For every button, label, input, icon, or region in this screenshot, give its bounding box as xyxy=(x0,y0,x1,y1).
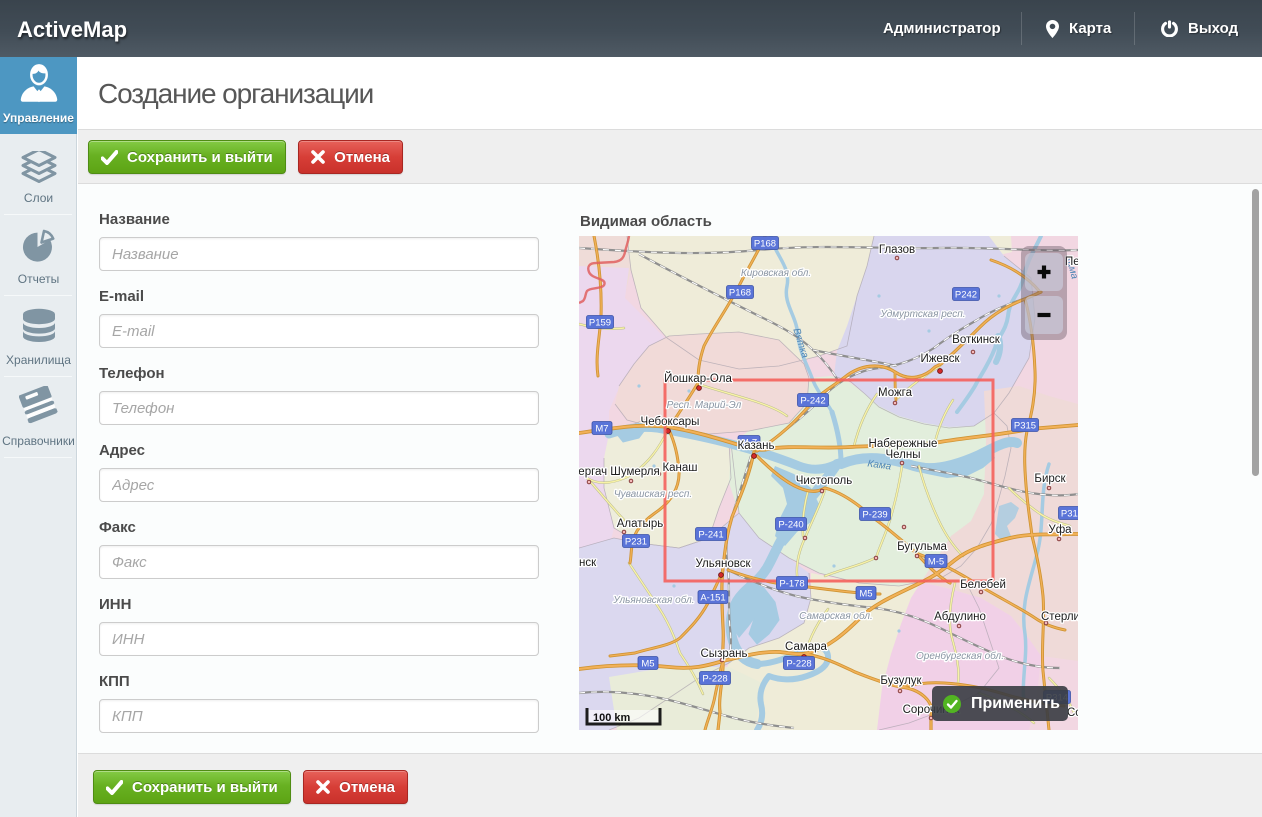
svg-text:Р-228: Р-228 xyxy=(702,674,727,685)
svg-text:Шумерля: Шумерля xyxy=(610,466,659,478)
svg-text:Стерлита: Стерлита xyxy=(1041,611,1078,623)
svg-text:Йошкар-Ола: Йошкар-Ола xyxy=(664,372,732,385)
svg-text:Р-242: Р-242 xyxy=(800,396,825,407)
svg-text:Р168: Р168 xyxy=(729,288,751,299)
svg-text:Алатырь: Алатырь xyxy=(617,518,663,530)
svg-text:Р-240: Р-240 xyxy=(778,520,803,531)
svg-text:Белебей: Белебей xyxy=(960,579,1006,591)
svg-text:Бугульма: Бугульма xyxy=(897,541,947,553)
svg-text:Удмуртская респ.: Удмуртская респ. xyxy=(879,309,965,320)
svg-text:Казань: Казань xyxy=(738,440,775,452)
svg-text:Р-228: Р-228 xyxy=(786,659,811,670)
svg-text:М5: М5 xyxy=(859,589,872,600)
svg-text:Р-178: Р-178 xyxy=(779,579,804,590)
svg-text:Р315: Р315 xyxy=(1014,421,1036,432)
svg-text:М7: М7 xyxy=(595,424,608,435)
svg-text:Глазов: Глазов xyxy=(879,244,915,256)
svg-text:Со: Со xyxy=(1067,707,1078,719)
svg-text:Абдулино: Абдулино xyxy=(934,611,986,623)
svg-text:Челны: Челны xyxy=(885,449,920,461)
svg-text:Р315: Р315 xyxy=(1061,509,1078,520)
svg-text:Ижевск: Ижевск xyxy=(920,353,960,365)
svg-text:Сызрань: Сызрань xyxy=(701,648,748,660)
svg-text:Кировская обл.: Кировская обл. xyxy=(741,267,811,279)
svg-text:Канаш: Канаш xyxy=(662,462,697,474)
svg-text:Уфа: Уфа xyxy=(1048,524,1072,536)
svg-text:Р231: Р231 xyxy=(625,537,647,548)
svg-text:100 km: 100 km xyxy=(593,712,631,724)
svg-text:М5: М5 xyxy=(641,659,654,670)
svg-text:Сергач: Сергач xyxy=(579,466,607,478)
svg-text:Бирск: Бирск xyxy=(1034,473,1066,485)
svg-text:Чистополь: Чистополь xyxy=(796,475,852,487)
svg-text:Ульяновск: Ульяновск xyxy=(696,558,752,570)
svg-text:Оренбургская обл.: Оренбургская обл. xyxy=(916,650,1004,662)
svg-text:Р-241: Р-241 xyxy=(698,530,723,541)
svg-text:нск: нск xyxy=(579,557,597,569)
svg-text:Бузулук: Бузулук xyxy=(880,675,922,687)
svg-text:Воткинск: Воткинск xyxy=(952,334,1001,346)
svg-text:Можга: Можга xyxy=(878,387,913,399)
svg-text:Самара: Самара xyxy=(785,641,828,653)
svg-text:Р-239: Р-239 xyxy=(862,510,887,521)
svg-text:Р168: Р168 xyxy=(754,239,776,250)
svg-text:Р242: Р242 xyxy=(955,290,977,301)
svg-text:М-5: М-5 xyxy=(928,557,944,568)
svg-text:Респ. Марий-Эл: Респ. Марий-Эл xyxy=(667,400,742,411)
svg-text:Ульяновская обл.: Ульяновская обл. xyxy=(612,594,694,606)
svg-text:Р159: Р159 xyxy=(589,318,611,329)
svg-text:Чувашская респ.: Чувашская респ. xyxy=(614,489,692,500)
svg-text:Самарская обл.: Самарская обл. xyxy=(799,610,873,622)
svg-text:Чебоксары: Чебоксары xyxy=(641,416,700,428)
svg-text:А-151: А-151 xyxy=(700,593,725,604)
